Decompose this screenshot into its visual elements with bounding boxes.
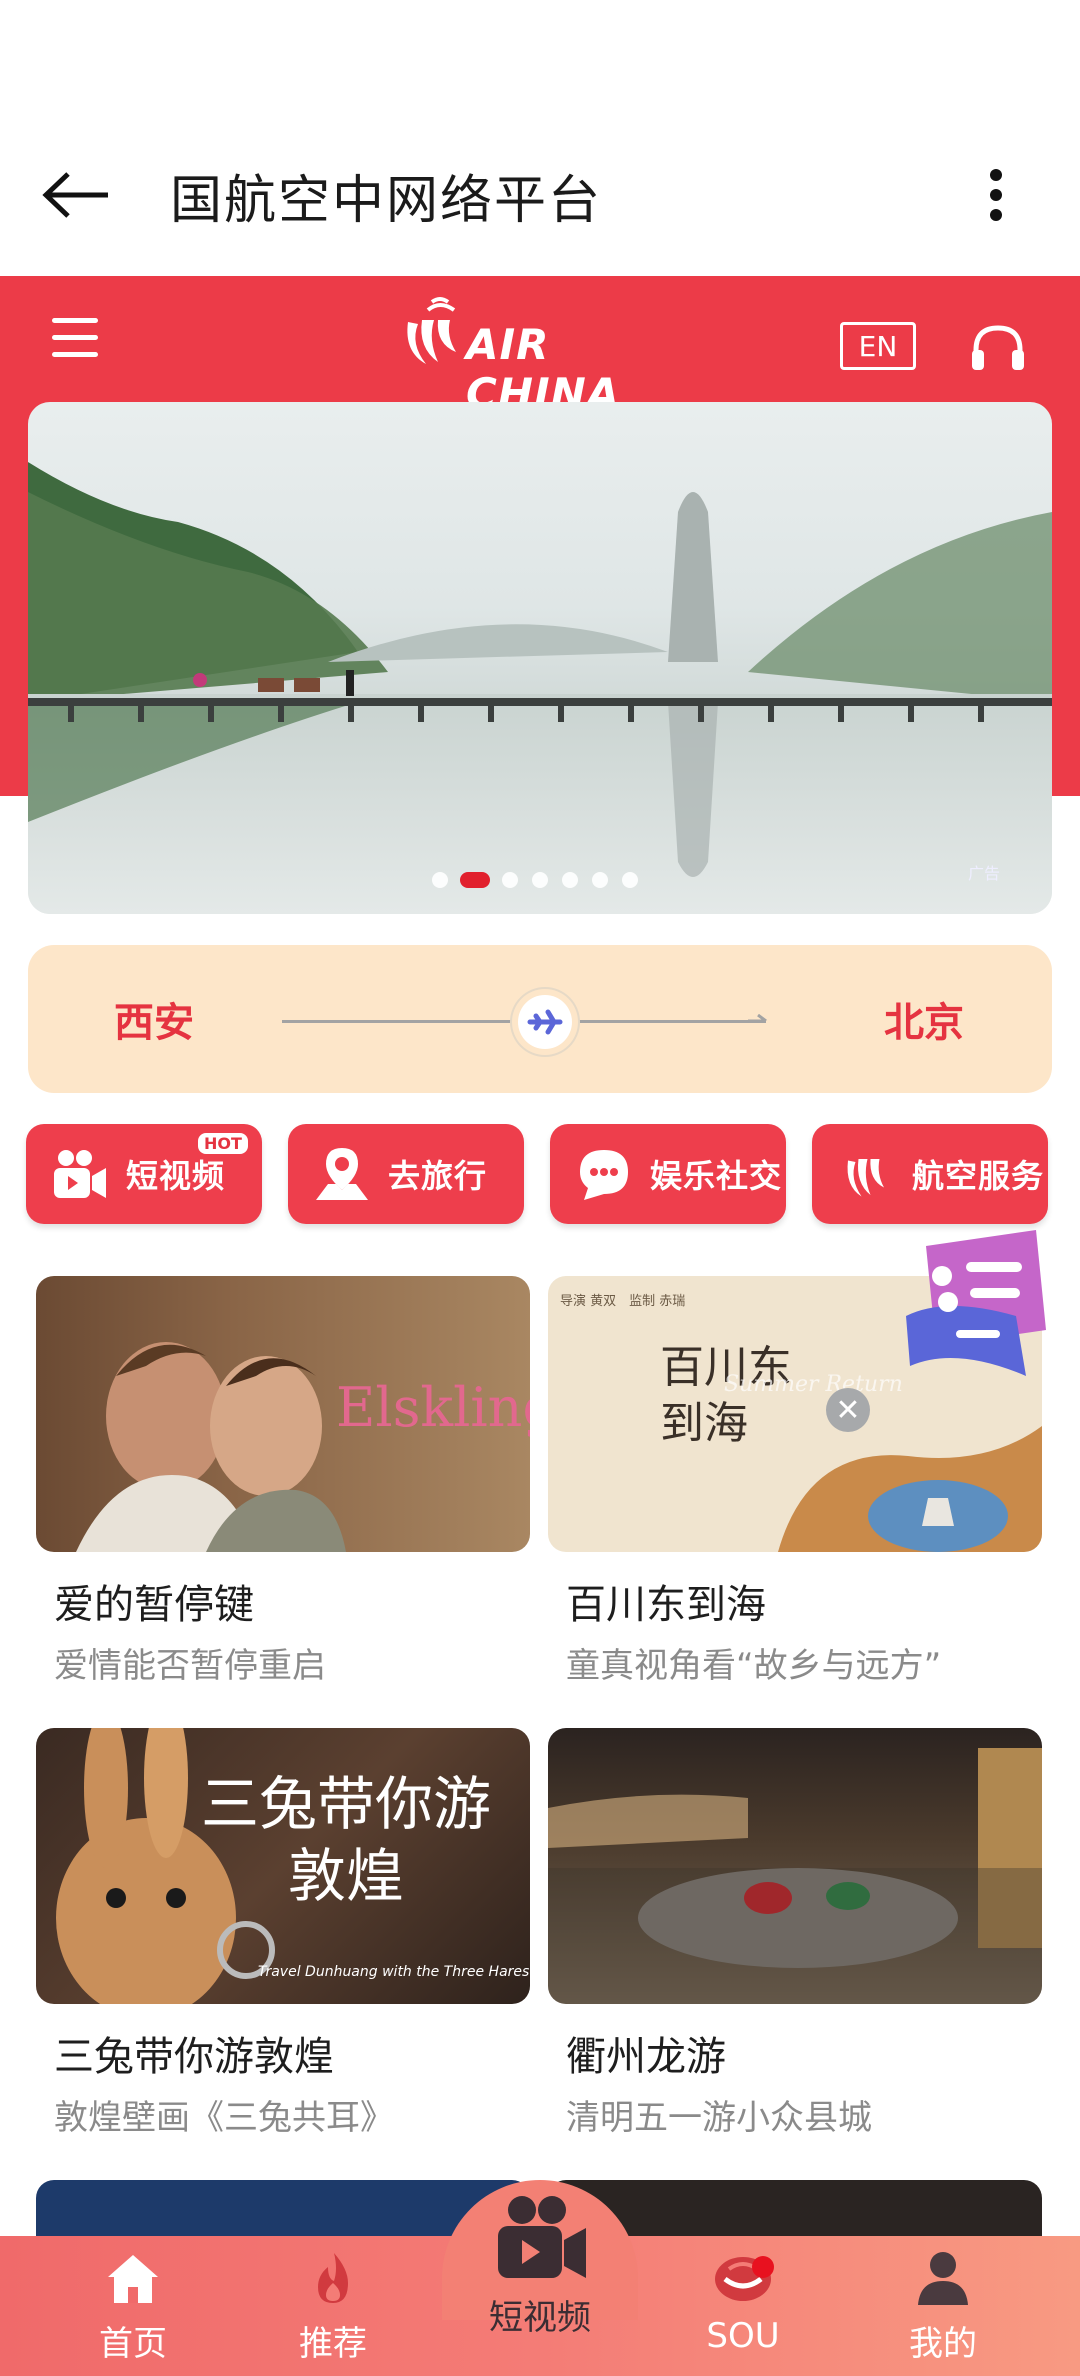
hot-badge: HOT — [198, 1133, 248, 1154]
destination-city: 北京 — [884, 1000, 964, 1046]
card-title: 百川东到海 — [566, 1582, 766, 1628]
nav-label: 短视频 — [489, 2298, 591, 2338]
air-china-logo: AIR CHINA — [400, 290, 680, 418]
thumbnail-subtitle-text: Summer Return — [724, 1372, 903, 1397]
user-icon — [911, 2246, 975, 2310]
quick-action-label: 娱乐社交 — [650, 1157, 783, 1195]
video-camera-icon — [485, 2186, 595, 2290]
landscape-image — [28, 462, 1052, 914]
floating-chat-icon[interactable] — [896, 1226, 1056, 1386]
nav-label: SOU — [706, 2316, 780, 2356]
quick-action-travel[interactable]: 去旅行 — [288, 1124, 524, 1224]
thumbnail-caption: Travel Dunhuang with the Three Hares — [258, 1964, 530, 1980]
thumbnail-title-text: 三兔带你游敦煌 — [200, 1770, 491, 1910]
nav-label: 推荐 — [299, 2324, 367, 2364]
card-title: 爱的暂停键 — [54, 1582, 254, 1628]
page-title: 国航空中网络平台 — [170, 171, 603, 231]
chat-bubble-icon — [572, 1142, 636, 1206]
route-arrow-icon — [748, 1014, 767, 1023]
quick-action-label: 短视频 — [126, 1157, 226, 1195]
carousel-dot[interactable] — [532, 872, 548, 888]
app-bar — [0, 0, 1080, 276]
nav-item-home[interactable]: 首页 — [58, 2246, 208, 2376]
more-options-button[interactable] — [970, 165, 1020, 225]
ad-label: 广告 — [967, 864, 1000, 883]
headset-icon[interactable] — [968, 320, 1028, 376]
card-subtitle: 童真视角看“故乡与远方” — [566, 1646, 942, 1686]
language-toggle-button[interactable]: EN — [840, 322, 916, 370]
carousel-dot-active[interactable] — [460, 872, 490, 888]
nav-item-short-video[interactable]: 短视频 — [465, 2186, 615, 2338]
carousel-dot[interactable] — [432, 872, 448, 888]
content-card[interactable]: Elskling 爱的暂停键 爱情能否暂停重启 — [36, 1276, 530, 1687]
phoenix-logo-icon — [407, 297, 456, 364]
carousel-dot[interactable] — [562, 872, 578, 888]
content-card[interactable]: 三兔带你游敦煌 Travel Dunhuang with the Three H… — [36, 1728, 530, 2139]
card-subtitle: 爱情能否暂停重启 — [54, 1646, 326, 1686]
carousel-dot[interactable] — [592, 872, 608, 888]
card-title: 衢州龙游 — [566, 2034, 726, 2080]
card-thumbnail: 三兔带你游敦煌 Travel Dunhuang with the Three H… — [36, 1728, 530, 2004]
nav-item-profile[interactable]: 我的 — [868, 2246, 1018, 2376]
origin-city: 西安 — [114, 1000, 194, 1046]
card-thumbnail: Elskling — [36, 1276, 530, 1552]
quick-action-label: 航空服务 — [912, 1157, 1045, 1195]
video-camera-icon — [48, 1142, 112, 1206]
carousel-indicator[interactable] — [430, 870, 650, 890]
air-china-logo-icon — [834, 1142, 898, 1206]
card-thumbnail — [548, 1728, 1042, 2004]
back-button[interactable] — [40, 160, 130, 230]
thumbnail-credits: 导演 黄双 监制 赤瑞 — [560, 1294, 686, 1309]
content-card[interactable]: 衢州龙游 清明五一游小众县城 — [548, 1728, 1042, 2139]
carousel-dot[interactable] — [502, 872, 518, 888]
quick-action-air-service[interactable]: 航空服务 — [812, 1124, 1048, 1224]
back-arrow-icon — [42, 172, 108, 218]
card-title: 三兔带你游敦煌 — [54, 2034, 334, 2080]
notification-dot — [752, 2256, 774, 2278]
nav-label: 首页 — [99, 2324, 167, 2364]
nav-item-sou[interactable]: SOU — [668, 2246, 818, 2376]
flame-icon — [301, 2246, 365, 2310]
plane-icon — [518, 995, 572, 1049]
menu-icon[interactable] — [52, 318, 98, 358]
quick-action-entertainment[interactable]: 娱乐社交 — [550, 1124, 786, 1224]
promo-banner[interactable]: 广告 — [28, 402, 1052, 914]
nav-label: 我的 — [909, 2324, 977, 2364]
nav-item-recommend[interactable]: 推荐 — [258, 2246, 408, 2376]
close-icon[interactable]: ✕ — [826, 1388, 870, 1432]
home-icon — [101, 2246, 165, 2310]
thumbnail-title-text: Elskling — [336, 1376, 530, 1439]
card-subtitle: 敦煌壁画《三兔共耳》 — [54, 2098, 394, 2138]
location-pin-icon — [310, 1142, 374, 1206]
quick-action-label: 去旅行 — [388, 1157, 488, 1195]
card-subtitle: 清明五一游小众县城 — [566, 2098, 872, 2138]
carousel-dot[interactable] — [622, 872, 638, 888]
